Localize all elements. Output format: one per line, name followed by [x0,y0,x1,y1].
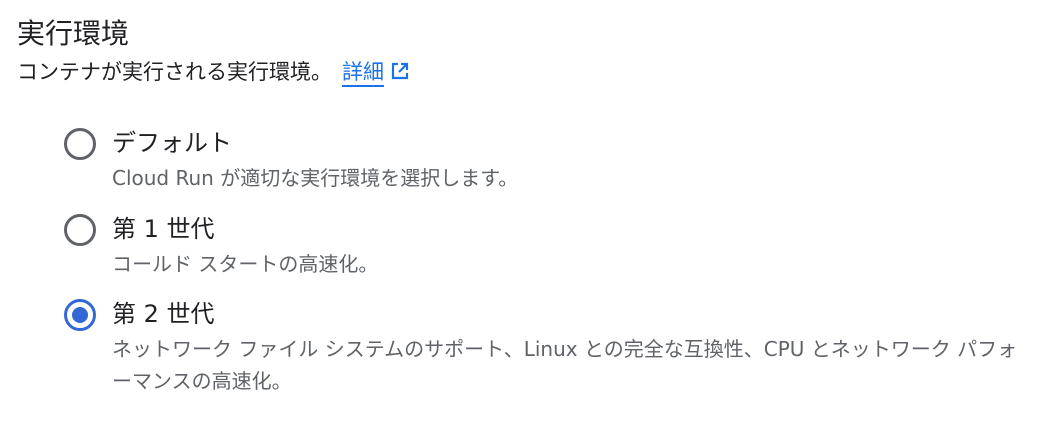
radio-help-gen1: コールド スタートの高速化。 [112,252,379,276]
radio-button-gen2[interactable] [64,299,96,331]
open-in-new-icon[interactable] [390,61,410,81]
radio-button-gen1[interactable] [64,214,96,246]
radio-help-gen2: ネットワーク ファイル システムのサポート、Linux との完全な互換性、CPU… [112,337,1018,393]
description-text: コンテナが実行される実行環境。 [17,60,332,84]
section-title: 実行環境 [17,17,130,50]
learn-more-label: 詳細 [342,60,384,84]
section-description: コンテナが実行される実行環境。 詳細 [17,56,410,88]
radio-option-gen1[interactable]: 第 1 世代 コールド スタートの高速化。 [64,210,1034,280]
radio-label-gen1: 第 1 世代 [112,215,215,243]
radio-selected-dot [72,307,88,323]
radio-option-gen2[interactable]: 第 2 世代 ネットワーク ファイル システムのサポート、Linux との完全な… [64,295,1034,397]
radio-button-default[interactable] [64,128,96,160]
radio-label-default: デフォルト [112,129,232,157]
radio-help-default: Cloud Run が適切な実行環境を選択します。 [112,166,519,190]
learn-more-link[interactable]: 詳細 [342,60,384,87]
radio-option-default[interactable]: デフォルト Cloud Run が適切な実行環境を選択します。 [64,124,1034,194]
radio-label-gen2: 第 2 世代 [112,300,215,328]
